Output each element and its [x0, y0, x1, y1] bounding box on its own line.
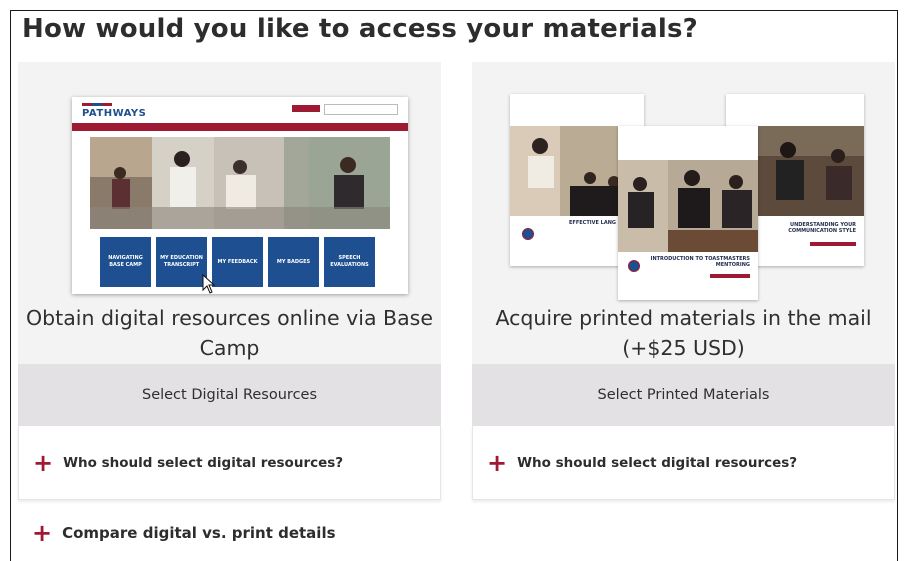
page-title: How would you like to access your materi… [22, 14, 698, 44]
print-option-card: EFFECTIVE LANG UNDERSTANDING YOUR COMMUN… [472, 62, 895, 500]
tile-education-transcript: MY EDUCATION TRANSCRIPT [156, 237, 207, 287]
print-option-heading: Acquire printed materials in the mail (+… [495, 306, 872, 360]
compare-digital-print-toggle[interactable]: + Compare digital vs. print details [32, 521, 336, 545]
digital-option-card: PATHWAYS NAVIGATING BASE CAMP MY EDUCATI… [18, 62, 441, 500]
plus-icon: + [33, 448, 54, 477]
pathways-logo: PATHWAYS [82, 103, 146, 119]
mouse-pointer-icon [202, 274, 216, 294]
digital-faq-label: Who should select digital resources? [63, 454, 344, 471]
base-camp-preview-image: PATHWAYS NAVIGATING BASE CAMP MY EDUCATI… [72, 97, 408, 294]
select-digital-resources-button[interactable]: Select Digital Resources [18, 364, 441, 426]
book-cover-mentoring: INTRODUCTION TO TOASTMASTERS MENTORING [618, 126, 758, 300]
toastmasters-logo [522, 228, 534, 240]
print-faq-label: Who should select digital resources? [517, 454, 798, 471]
plus-icon: + [487, 448, 508, 477]
tile-navigating-base-camp: NAVIGATING BASE CAMP [100, 237, 151, 287]
tile-my-badges: MY BADGES [268, 237, 319, 287]
select-printed-label: Select Printed Materials [597, 387, 770, 403]
tile-my-feedback: MY FEEDBACK [212, 237, 263, 287]
compare-label: Compare digital vs. print details [62, 524, 336, 542]
plus-icon: + [32, 519, 53, 547]
tile-speech-evaluations: SPEECH EVALUATIONS [324, 237, 375, 287]
digital-option-heading: Obtain digital resources online via Base… [26, 306, 433, 360]
digital-faq-toggle[interactable]: + Who should select digital resources? [18, 426, 441, 500]
toastmasters-logo [628, 260, 640, 272]
select-printed-materials-button[interactable]: Select Printed Materials [472, 364, 895, 426]
select-digital-label: Select Digital Resources [141, 387, 318, 403]
print-faq-toggle[interactable]: + Who should select digital resources? [472, 426, 895, 500]
people-photo-banner [90, 137, 390, 229]
